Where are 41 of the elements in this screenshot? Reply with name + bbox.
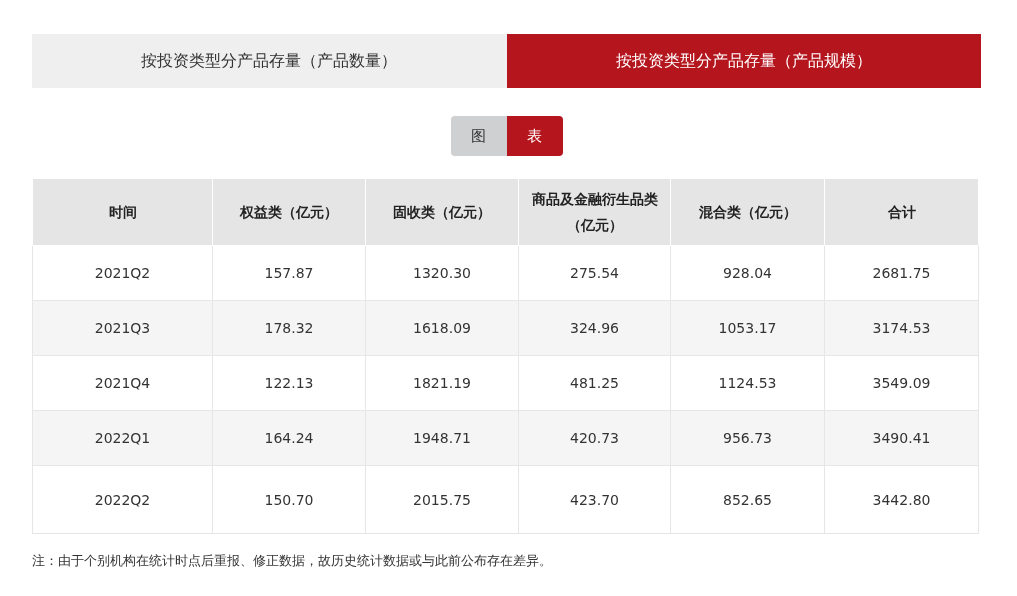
view-toggle-button[interactable]: 表 [506, 116, 563, 156]
table-cell: 275.54 [518, 245, 671, 301]
column-header: 合计 [824, 178, 979, 246]
table-cell: 2681.75 [824, 245, 979, 301]
table-cell: 2015.75 [365, 465, 519, 534]
table-cell: 157.87 [212, 245, 366, 301]
table-cell: 2022Q2 [32, 465, 213, 534]
column-header: 权益类（亿元） [212, 178, 366, 246]
table-cell: 481.25 [518, 355, 671, 411]
table-cell: 1618.09 [365, 300, 519, 356]
table-cell: 423.70 [518, 465, 671, 534]
column-header: 固收类（亿元） [365, 178, 519, 246]
table-cell: 852.65 [670, 465, 825, 534]
table-cell: 420.73 [518, 410, 671, 466]
table-cell: 150.70 [212, 465, 366, 534]
column-header: 商品及金融衍生品类（亿元） [518, 178, 671, 246]
table-cell: 956.73 [670, 410, 825, 466]
table-cell: 1320.30 [365, 245, 519, 301]
tab[interactable]: 按投资类型分产品存量（产品数量） [32, 34, 507, 88]
table-cell: 1053.17 [670, 300, 825, 356]
table-cell: 2022Q1 [32, 410, 213, 466]
table-cell: 164.24 [212, 410, 366, 466]
table-cell: 3442.80 [824, 465, 979, 534]
table-cell: 2021Q3 [32, 300, 213, 356]
table-cell: 324.96 [518, 300, 671, 356]
table-cell: 2021Q2 [32, 245, 213, 301]
column-header: 混合类（亿元） [670, 178, 825, 246]
view-toggle-button[interactable]: 图 [450, 116, 507, 156]
table-cell: 3549.09 [824, 355, 979, 411]
table-cell: 178.32 [212, 300, 366, 356]
table-cell: 3490.41 [824, 410, 979, 466]
table-cell: 3174.53 [824, 300, 979, 356]
table-cell: 1124.53 [670, 355, 825, 411]
table-cell: 1948.71 [365, 410, 519, 466]
table-cell: 928.04 [670, 245, 825, 301]
footnote: 注：由于个别机构在统计时点后重报、修正数据，故历史统计数据或与此前公布存在差异。 [32, 552, 553, 570]
column-header: 时间 [32, 178, 213, 246]
table-cell: 122.13 [212, 355, 366, 411]
table-cell: 2021Q4 [32, 355, 213, 411]
table-cell: 1821.19 [365, 355, 519, 411]
tab[interactable]: 按投资类型分产品存量（产品规模） [506, 34, 981, 88]
